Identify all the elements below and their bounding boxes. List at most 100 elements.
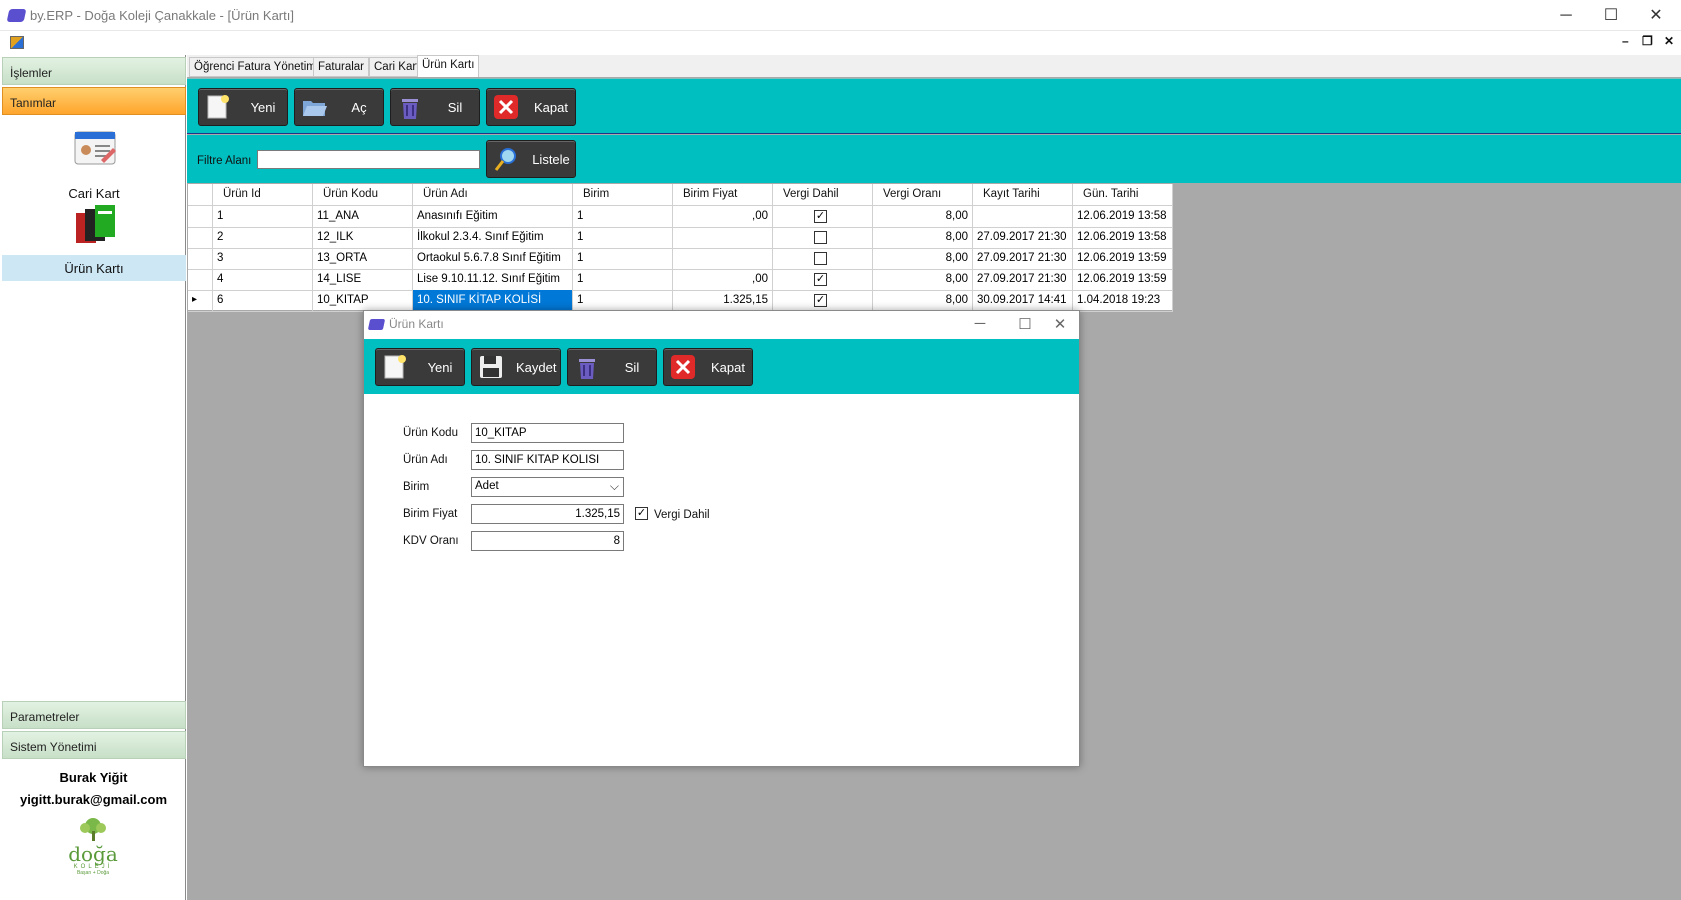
table-cell[interactable]: 1 (573, 206, 673, 228)
table-row[interactable]: 4 14_LISE Lise 9.10.11.12. Sınıf Eğitim 1,0… (188, 269, 1173, 291)
table-cell[interactable] (973, 206, 1073, 228)
minimize-icon[interactable]: ─ (1543, 0, 1589, 31)
column-header[interactable]: Kayıt Tarihi (973, 184, 1073, 206)
table-cell[interactable]: 1 (573, 269, 673, 291)
table-cell[interactable]: 1 (573, 290, 673, 312)
close-icon[interactable]: ✕ (1633, 0, 1679, 31)
dialog-save-button[interactable]: Kaydet (471, 348, 561, 386)
delete-button[interactable]: Sil (390, 88, 480, 126)
table-cell[interactable]: 12.06.2019 13:58 (1073, 227, 1173, 249)
table-cell[interactable]: İlkokul 2.3.4. Sınıf Eğitim (413, 227, 573, 249)
mdi-child-icon[interactable] (10, 36, 24, 49)
table-cell[interactable]: 1.325,15 (673, 290, 773, 312)
table-cell[interactable]: ,00 (673, 269, 773, 291)
table-cell[interactable]: 8,00 (873, 206, 973, 228)
unit-price-field[interactable] (471, 504, 624, 524)
row-header[interactable] (188, 269, 213, 291)
unchecked-checkbox-icon[interactable] (814, 231, 827, 244)
column-header[interactable]: Ürün Kodu (313, 184, 413, 206)
nav-section-parametreler[interactable]: Parametreler (2, 701, 186, 729)
table-cell[interactable]: 27.09.2017 21:30 (973, 227, 1073, 249)
vat-included-cell[interactable]: ✓ (773, 290, 873, 312)
nav-section-tanimlar[interactable]: Tanımlar (2, 87, 186, 115)
vat-included-cell[interactable] (773, 227, 873, 249)
table-row[interactable]: 3 13_ORTA Ortaokul 5.6.7.8 Sınıf Eğitim 1 8,… (188, 248, 1173, 270)
table-cell[interactable]: 1 (213, 206, 313, 228)
row-header[interactable] (188, 206, 213, 228)
dialog-close-button[interactable]: Kapat (663, 348, 753, 386)
row-header[interactable]: ▸ (188, 290, 213, 312)
table-cell[interactable]: Ortaokul 5.6.7.8 Sınıf Eğitim (413, 248, 573, 270)
sidebar-item-urun-karti[interactable]: Ürün Kartı (2, 203, 186, 281)
table-cell[interactable]: 30.09.2017 14:41 (973, 290, 1073, 312)
table-cell[interactable]: 8,00 (873, 290, 973, 312)
unit-select[interactable]: Adet ⌵ (471, 477, 624, 497)
dialog-new-button[interactable]: Yeni (375, 348, 465, 386)
vat-included-cell[interactable]: ✓ (773, 206, 873, 228)
column-header[interactable]: Birim Fiyat (673, 184, 773, 206)
product-code-field[interactable] (471, 423, 624, 443)
table-cell[interactable]: ,00 (673, 206, 773, 228)
table-cell[interactable] (673, 248, 773, 270)
table-cell[interactable]: 8,00 (873, 269, 973, 291)
table-cell[interactable]: 4 (213, 269, 313, 291)
table-cell[interactable]: 8,00 (873, 227, 973, 249)
dialog-minimize-icon[interactable]: ─ (965, 315, 995, 332)
table-cell[interactable] (673, 227, 773, 249)
column-header[interactable]: Vergi Dahil (773, 184, 873, 206)
maximize-icon[interactable]: ☐ (1588, 0, 1634, 31)
mdi-close-icon[interactable]: ✕ (1664, 34, 1674, 48)
table-cell[interactable]: 12.06.2019 13:58 (1073, 206, 1173, 228)
table-cell[interactable]: 11_ANA (313, 206, 413, 228)
table-cell[interactable]: 2 (213, 227, 313, 249)
table-cell[interactable]: 27.09.2017 21:30 (973, 248, 1073, 270)
table-row[interactable]: ▸ 6 10_KITAP 10. SINIF KİTAP KOLİSİ 1 1.325,1… (188, 290, 1173, 312)
filter-input[interactable] (257, 150, 480, 169)
table-cell[interactable]: Lise 9.10.11.12. Sınıf Eğitim (413, 269, 573, 291)
checked-checkbox-icon[interactable]: ✓ (814, 273, 827, 286)
dialog-delete-button[interactable]: Sil (567, 348, 657, 386)
mdi-restore-icon[interactable]: ❐ (1642, 34, 1653, 48)
table-cell[interactable]: 27.09.2017 21:30 (973, 269, 1073, 291)
column-header[interactable]: Birim (573, 184, 673, 206)
row-header[interactable] (188, 248, 213, 270)
dialog-close-icon[interactable]: ✕ (1045, 315, 1075, 333)
list-button[interactable]: Listele (486, 140, 576, 178)
dialog-maximize-icon[interactable]: ☐ (1010, 315, 1040, 333)
unchecked-checkbox-icon[interactable] (814, 252, 827, 265)
table-cell[interactable]: 12_ILK (313, 227, 413, 249)
table-cell[interactable]: Anasınıfı Eğitim (413, 206, 573, 228)
column-header[interactable]: Ürün Adı (413, 184, 573, 206)
product-name-field[interactable] (471, 450, 624, 470)
table-cell[interactable]: 14_LISE (313, 269, 413, 291)
tab-ogrenci-fatura-yonetimi[interactable]: Öğrenci Fatura Yönetimi (189, 57, 324, 77)
table-cell[interactable]: 10. SINIF KİTAP KOLİSİ (413, 290, 573, 312)
vat-included-cell[interactable]: ✓ (773, 269, 873, 291)
open-button[interactable]: Aç (294, 88, 384, 126)
table-cell[interactable]: 10_KITAP (313, 290, 413, 312)
table-cell[interactable]: 13_ORTA (313, 248, 413, 270)
table-row[interactable]: 1 11_ANA Anasınıfı Eğitim 1,00 ✓ 8,00 12.06.20… (188, 206, 1173, 228)
table-cell[interactable]: 6 (213, 290, 313, 312)
table-row[interactable]: 2 12_ILK İlkokul 2.3.4. Sınıf Eğitim 1 8,00 2… (188, 227, 1173, 249)
vat-rate-field[interactable] (471, 531, 624, 551)
table-cell[interactable]: 3 (213, 248, 313, 270)
table-cell[interactable]: 8,00 (873, 248, 973, 270)
table-cell[interactable]: 1 (573, 248, 673, 270)
column-header[interactable]: Gün. Tarihi (1073, 184, 1173, 206)
nav-section-sistem-yonetimi[interactable]: Sistem Yönetimi (2, 731, 186, 759)
column-header[interactable]: Ürün Id (213, 184, 313, 206)
table-cell[interactable]: 1.04.2018 19:23 (1073, 290, 1173, 312)
checked-checkbox-icon[interactable]: ✓ (814, 294, 827, 307)
tab-faturalar[interactable]: Faturalar (313, 57, 370, 77)
column-header[interactable]: Vergi Oranı (873, 184, 973, 206)
vat-included-checkbox[interactable]: ✓ (635, 507, 648, 520)
close-button[interactable]: Kapat (486, 88, 576, 126)
table-cell[interactable]: 12.06.2019 13:59 (1073, 269, 1173, 291)
table-cell[interactable]: 12.06.2019 13:59 (1073, 248, 1173, 270)
tab-urun-karti[interactable]: Ürün Kartı (417, 55, 480, 77)
nav-section-islemler[interactable]: İşlemler (2, 57, 186, 85)
row-header[interactable] (188, 227, 213, 249)
checked-checkbox-icon[interactable]: ✓ (814, 210, 827, 223)
table-cell[interactable]: 1 (573, 227, 673, 249)
